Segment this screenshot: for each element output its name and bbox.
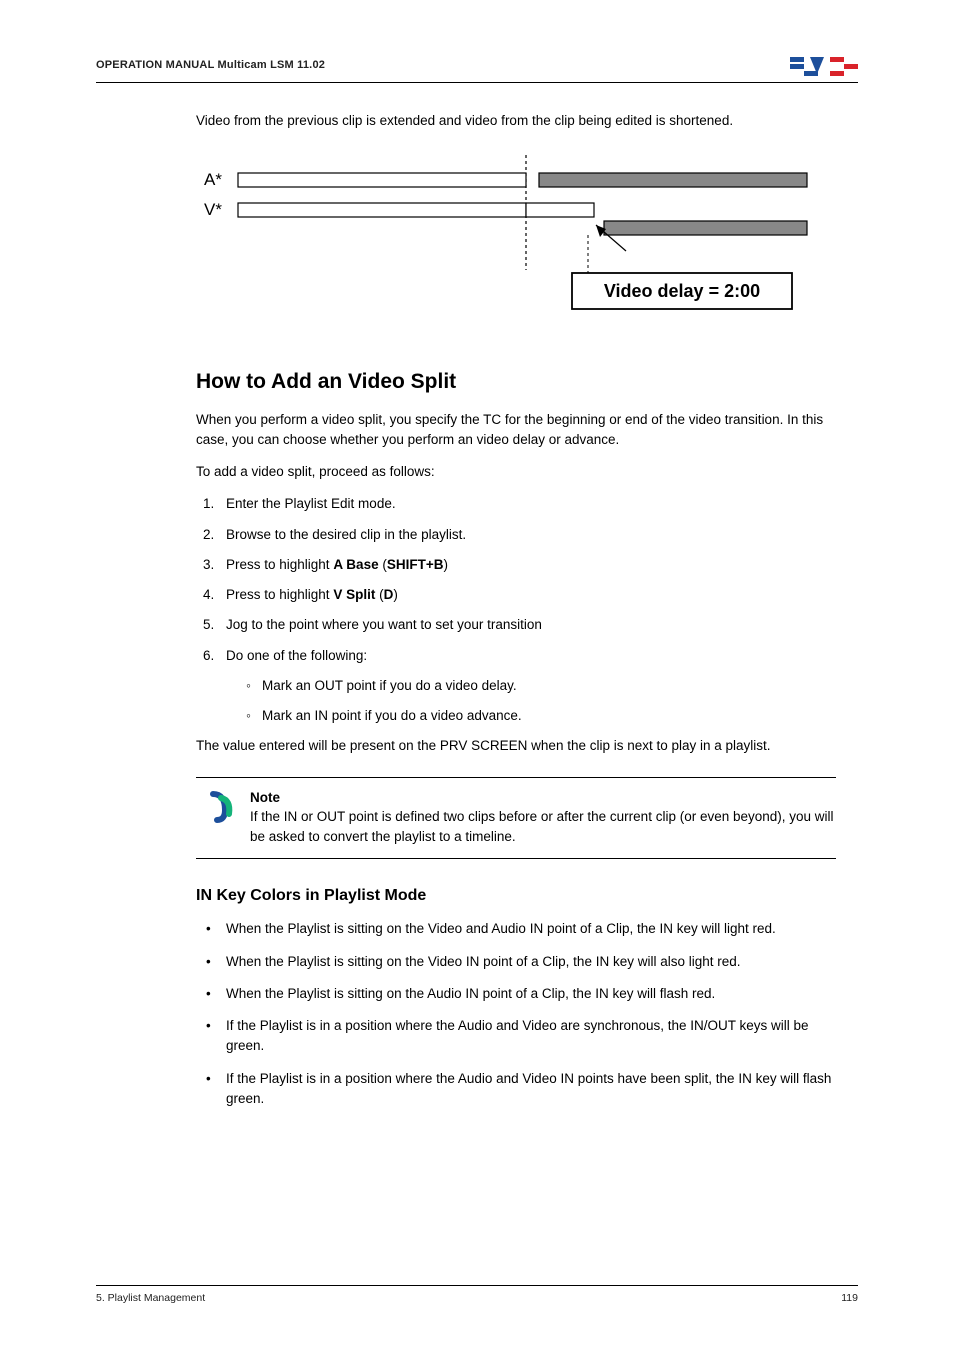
subsection-bullets: When the Playlist is sitting on the Vide… bbox=[196, 919, 836, 1109]
diagram-label-a: A* bbox=[204, 170, 222, 189]
page-footer: 5. Playlist Management 119 bbox=[96, 1285, 858, 1304]
step-6-sublist: Mark an OUT point if you do a video dela… bbox=[226, 676, 836, 727]
section-p2: To add a video split, proceed as follows… bbox=[196, 462, 836, 482]
bullet-3: When the Playlist is sitting on the Audi… bbox=[196, 984, 836, 1004]
section-closing: The value entered will be present on the… bbox=[196, 736, 836, 756]
page-header: OPERATION MANUAL Multicam LSM 11.02 bbox=[96, 54, 858, 76]
bullet-4: If the Playlist is in a position where t… bbox=[196, 1016, 836, 1057]
note-text: Note If the IN or OUT point is defined t… bbox=[250, 788, 836, 847]
bullet-1: When the Playlist is sitting on the Vide… bbox=[196, 919, 836, 939]
header-title: OPERATION MANUAL Multicam LSM 11.02 bbox=[96, 59, 325, 71]
note-heading: Note bbox=[250, 788, 836, 808]
diagram-label-v: V* bbox=[204, 200, 222, 219]
subsection-heading: IN Key Colors in Playlist Mode bbox=[196, 887, 836, 905]
step-4: Press to highlight V Split (D) bbox=[218, 585, 836, 605]
step-6b: Mark an IN point if you do a video advan… bbox=[246, 706, 836, 726]
step-2: Browse to the desired clip in the playli… bbox=[218, 525, 836, 545]
steps-list: Enter the Playlist Edit mode. Browse to … bbox=[196, 494, 836, 726]
header-divider bbox=[96, 82, 858, 83]
note-box: Note If the IN or OUT point is defined t… bbox=[196, 777, 836, 860]
footer-left: 5. Playlist Management bbox=[96, 1292, 205, 1304]
diagram-delay-text: Video delay = 2:00 bbox=[604, 281, 760, 301]
bullet-2: When the Playlist is sitting on the Vide… bbox=[196, 952, 836, 972]
footer-divider bbox=[96, 1285, 858, 1286]
footer-right: 119 bbox=[841, 1292, 858, 1304]
video-delay-diagram: A* V* Video delay = 2:00 bbox=[196, 155, 816, 325]
section-p1: When you perform a video split, you spec… bbox=[196, 410, 836, 451]
bullet-5: If the Playlist is in a position where t… bbox=[196, 1069, 836, 1110]
note-tag-icon bbox=[196, 788, 250, 847]
content-area: Video from the previous clip is extended… bbox=[196, 111, 836, 1109]
evs-logo bbox=[790, 54, 858, 76]
section-heading: How to Add an Video Split bbox=[196, 370, 836, 394]
step-1: Enter the Playlist Edit mode. bbox=[218, 494, 836, 514]
intro-text: Video from the previous clip is extended… bbox=[196, 111, 836, 131]
step-3: Press to highlight A Base (SHIFT+B) bbox=[218, 555, 836, 575]
page: OPERATION MANUAL Multicam LSM 11.02 Vide… bbox=[0, 0, 954, 1350]
step-5: Jog to the point where you want to set y… bbox=[218, 615, 836, 635]
step-6: Do one of the following: Mark an OUT poi… bbox=[218, 646, 836, 727]
step-6a: Mark an OUT point if you do a video dela… bbox=[246, 676, 836, 696]
note-body: If the IN or OUT point is defined two cl… bbox=[250, 809, 834, 844]
